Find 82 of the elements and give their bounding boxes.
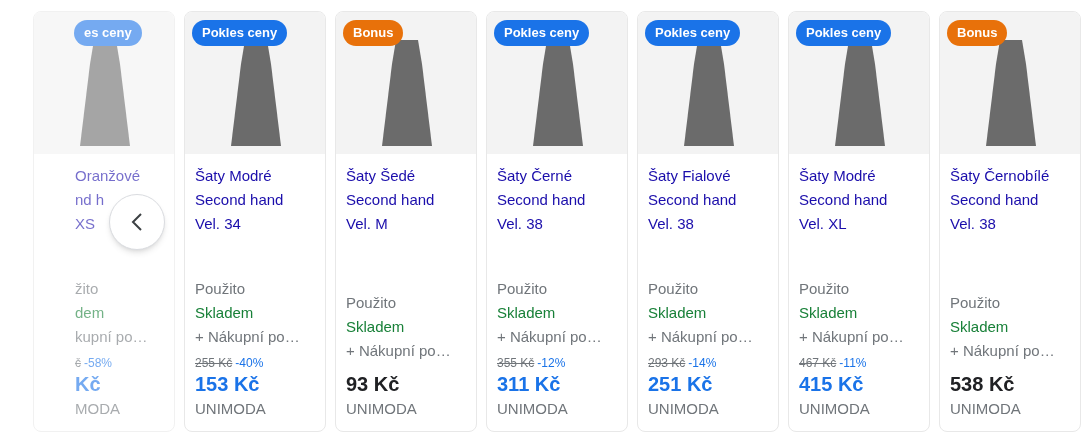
badge: es ceny bbox=[74, 20, 142, 46]
product-title[interactable]: XS bbox=[75, 212, 95, 236]
discount: -14% bbox=[688, 355, 717, 371]
product-title[interactable]: Šaty Černé bbox=[497, 164, 573, 188]
product-title[interactable]: Vel. 38 bbox=[497, 212, 543, 236]
product-card[interactable]: es ceny Oranžové nd h XS žito dem kupní po… č -58% Kč MODA bbox=[33, 11, 175, 432]
price: 153 Kč bbox=[195, 372, 260, 397]
badge: Pokles ceny bbox=[192, 20, 288, 46]
condition-text: Použito bbox=[497, 279, 548, 299]
condition-text: Použito bbox=[195, 279, 246, 299]
badge: Pokles ceny bbox=[645, 20, 741, 46]
old-price: 293 Kč bbox=[648, 355, 686, 371]
product-card[interactable]: Pokles ceny Šaty Černé Second hand Vel. 38 Použito Skladem + Nákupní po… 355 Kč -12% 311 Kč UNIMODA bbox=[486, 11, 628, 432]
discount: -11% bbox=[839, 355, 867, 371]
seller-name: UNIMODA bbox=[950, 399, 1021, 419]
product-title[interactable]: Vel. 38 bbox=[648, 212, 694, 236]
product-card[interactable]: Pokles ceny Šaty Fialové Second hand Vel. 38 Použito Skladem + Nákupní po… 293 Kč -14% 251 Kč UNIMODA bbox=[637, 11, 779, 432]
seller-name: UNIMODA bbox=[648, 399, 719, 419]
price: 251 Kč bbox=[648, 372, 713, 397]
discount: -12% bbox=[537, 355, 566, 371]
shipping-text: + Nákupní po… bbox=[195, 327, 300, 347]
stock-status: dem bbox=[75, 303, 105, 323]
shipping-text: + Nákupní po… bbox=[799, 327, 904, 347]
shipping-text: + Nákupní po… bbox=[497, 327, 602, 347]
product-title[interactable]: Vel. 34 bbox=[195, 212, 241, 236]
condition-text: Použito bbox=[648, 279, 699, 299]
stock-status: Skladem bbox=[799, 303, 858, 323]
condition-text: žito bbox=[75, 279, 99, 299]
badge: Bonus bbox=[343, 20, 404, 46]
product-title[interactable]: Second hand bbox=[346, 188, 435, 212]
product-title[interactable]: Šaty Šedé bbox=[346, 164, 416, 188]
discount: -40% bbox=[235, 355, 264, 371]
stock-status: Skladem bbox=[497, 303, 556, 323]
product-card[interactable]: Pokles ceny Šaty Modré Second hand Vel. XL Použito Skladem + Nákupní po… 467 Kč -11% 415 Kč UNIMODA bbox=[788, 11, 930, 432]
product-title[interactable]: nd h bbox=[75, 188, 105, 212]
product-card[interactable]: Bonus Šaty Černobílé Second hand Vel. 38 Použito Skladem + Nákupní po… 538 Kč UNIMODA bbox=[939, 11, 1081, 432]
product-title[interactable]: Šaty Modré bbox=[195, 164, 272, 188]
product-title[interactable]: Second hand bbox=[497, 188, 586, 212]
condition-text: Použito bbox=[799, 279, 850, 299]
product-title[interactable]: Second hand bbox=[648, 188, 737, 212]
product-title[interactable]: Šaty Modré bbox=[799, 164, 876, 188]
old-price: 255 Kč bbox=[195, 355, 233, 371]
stock-status: Skladem bbox=[648, 303, 707, 323]
shipping-text: + Nákupní po… bbox=[950, 341, 1055, 361]
discount: -58% bbox=[84, 355, 112, 371]
product-card[interactable]: Pokles ceny Šaty Modré Second hand Vel. 34 Použito Skladem + Nákupní po… 255 Kč -40% 153 Kč UNIMODA bbox=[184, 11, 326, 432]
seller-name: UNIMODA bbox=[195, 399, 266, 419]
shipping-text: + Nákupní po… bbox=[346, 341, 451, 361]
price: 311 Kč bbox=[497, 372, 561, 397]
condition-text: Použito bbox=[950, 293, 1001, 313]
stock-status: Skladem bbox=[195, 303, 254, 323]
shipping-text: kupní po… bbox=[75, 327, 148, 347]
product-card[interactable]: Bonus Šaty Šedé Second hand Vel. M Použito Skladem + Nákupní po… 93 Kč UNIMODA bbox=[335, 11, 477, 432]
price: 415 Kč bbox=[799, 372, 864, 397]
chevron-left-icon bbox=[131, 212, 143, 232]
stock-status: Skladem bbox=[950, 317, 1009, 337]
product-title[interactable]: Vel. 38 bbox=[950, 212, 996, 236]
price: Kč bbox=[75, 372, 101, 397]
product-title[interactable]: Second hand bbox=[799, 188, 888, 212]
badge: Pokles ceny bbox=[796, 20, 892, 46]
old-price: 355 Kč bbox=[497, 355, 535, 371]
seller-name: UNIMODA bbox=[799, 399, 870, 419]
price: 93 Kč bbox=[346, 372, 400, 397]
badge: Bonus bbox=[947, 20, 1008, 46]
product-title[interactable]: Šaty Černobílé bbox=[950, 164, 1050, 188]
product-title[interactable]: Second hand bbox=[950, 188, 1039, 212]
product-title[interactable]: Oranžové bbox=[75, 164, 141, 188]
previous-button[interactable] bbox=[109, 194, 165, 250]
stock-status: Skladem bbox=[346, 317, 405, 337]
product-title[interactable]: Vel. XL bbox=[799, 212, 847, 236]
old-price: 467 Kč bbox=[799, 355, 837, 371]
seller-name: UNIMODA bbox=[346, 399, 417, 419]
condition-text: Použito bbox=[346, 293, 397, 313]
product-title[interactable]: Šaty Fialové bbox=[648, 164, 731, 188]
product-title[interactable]: Second hand bbox=[195, 188, 284, 212]
old-price: č bbox=[75, 355, 81, 371]
price: 538 Kč bbox=[950, 372, 1015, 397]
product-title[interactable]: Vel. M bbox=[346, 212, 388, 236]
seller-name: MODA bbox=[75, 399, 120, 419]
seller-name: UNIMODA bbox=[497, 399, 568, 419]
shipping-text: + Nákupní po… bbox=[648, 327, 753, 347]
badge: Pokles ceny bbox=[494, 20, 590, 46]
